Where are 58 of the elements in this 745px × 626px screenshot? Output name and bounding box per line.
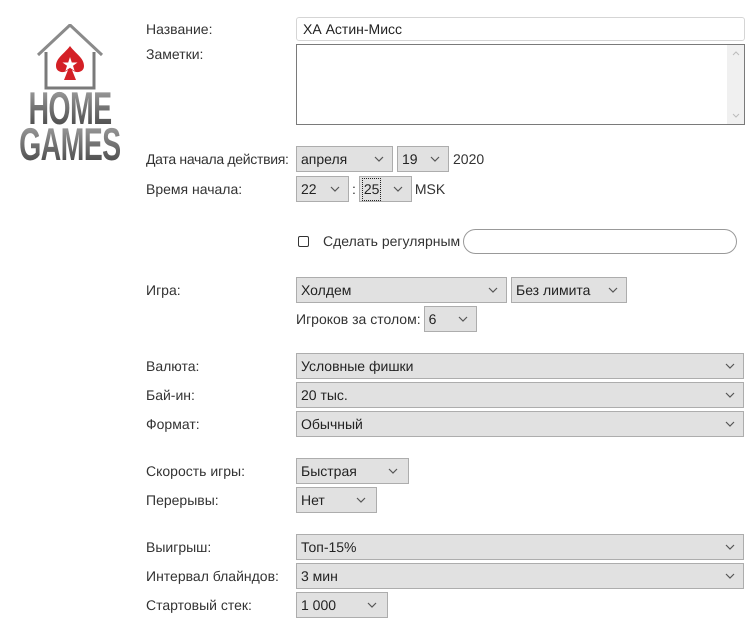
chevron-down-icon xyxy=(725,544,735,550)
chevron-down-icon xyxy=(330,186,340,192)
chevron-down-icon xyxy=(388,468,398,474)
chevron-down-icon xyxy=(458,316,468,322)
field-label: Дата начала действия: xyxy=(146,150,290,169)
name-field[interactable]: ХА Астин-Мисс xyxy=(296,17,745,41)
dropdown[interactable]: Топ-15% xyxy=(296,534,744,560)
dropdown[interactable]: апреля xyxy=(296,146,393,172)
logo-text: HOME xyxy=(28,90,112,126)
chevron-down-icon xyxy=(725,421,735,427)
dropdown[interactable]: 22 xyxy=(296,176,349,202)
field-label: Заметки: xyxy=(146,45,204,64)
field-label: Интервал блайндов: xyxy=(146,566,280,586)
scroll-up-icon xyxy=(732,51,740,56)
field-label: Формат: xyxy=(146,414,201,434)
notes-field[interactable] xyxy=(296,44,745,125)
field-label: Сделать регулярным xyxy=(323,232,460,251)
logo-text: GAMES xyxy=(19,126,121,162)
scrollbar[interactable] xyxy=(727,45,744,124)
chevron-down-icon xyxy=(374,156,384,162)
field-label: Перерывы: xyxy=(146,490,220,510)
chevron-down-icon xyxy=(725,573,735,579)
dropdown[interactable]: 6 xyxy=(424,306,477,332)
dropdown[interactable]: 19 xyxy=(397,146,449,172)
chevron-down-icon xyxy=(725,363,735,369)
dropdown[interactable]: Холдем xyxy=(296,277,507,303)
house-spade-icon xyxy=(36,24,104,90)
chevron-down-icon xyxy=(367,602,378,608)
chevron-down-icon xyxy=(430,156,440,162)
recurring-checkbox[interactable] xyxy=(298,236,309,246)
chevron-down-icon xyxy=(608,287,618,293)
field-label: Игра: xyxy=(146,280,182,300)
time-separator: : xyxy=(352,180,356,198)
field-label: Скорость игры: xyxy=(146,462,246,481)
field-label: Стартовый стек: xyxy=(146,596,253,615)
dropdown[interactable]: Быстрая xyxy=(296,458,409,484)
field-label: Время начала: xyxy=(146,180,244,199)
scroll-down-icon xyxy=(732,113,740,118)
field-label: Название: xyxy=(146,20,214,38)
chevron-down-icon xyxy=(356,497,366,503)
chevron-down-icon xyxy=(392,186,403,192)
dropdown[interactable]: Нет xyxy=(296,487,377,513)
dropdown[interactable]: Обычный xyxy=(296,411,744,437)
timezone-text: MSK xyxy=(414,180,446,198)
dropdown[interactable]: 20 тыс. xyxy=(296,382,744,408)
field-label: Бай-ин: xyxy=(146,386,196,404)
dropdown[interactable]: 3 мин xyxy=(296,563,744,589)
dropdown[interactable]: 25 xyxy=(358,176,412,202)
chevron-down-icon xyxy=(725,392,735,398)
dropdown[interactable]: 1 000 xyxy=(296,592,388,618)
field-label: Игроков за столом: xyxy=(296,310,421,329)
field-label: Валюта: xyxy=(146,356,200,376)
recurring-field[interactable] xyxy=(463,228,738,254)
field-label: Выигрыш: xyxy=(146,538,212,557)
chevron-down-icon xyxy=(488,287,498,293)
dropdown[interactable]: Условные фишки xyxy=(296,353,744,379)
year-text: 2020 xyxy=(453,150,484,168)
dropdown[interactable]: Без лимита xyxy=(511,277,627,303)
